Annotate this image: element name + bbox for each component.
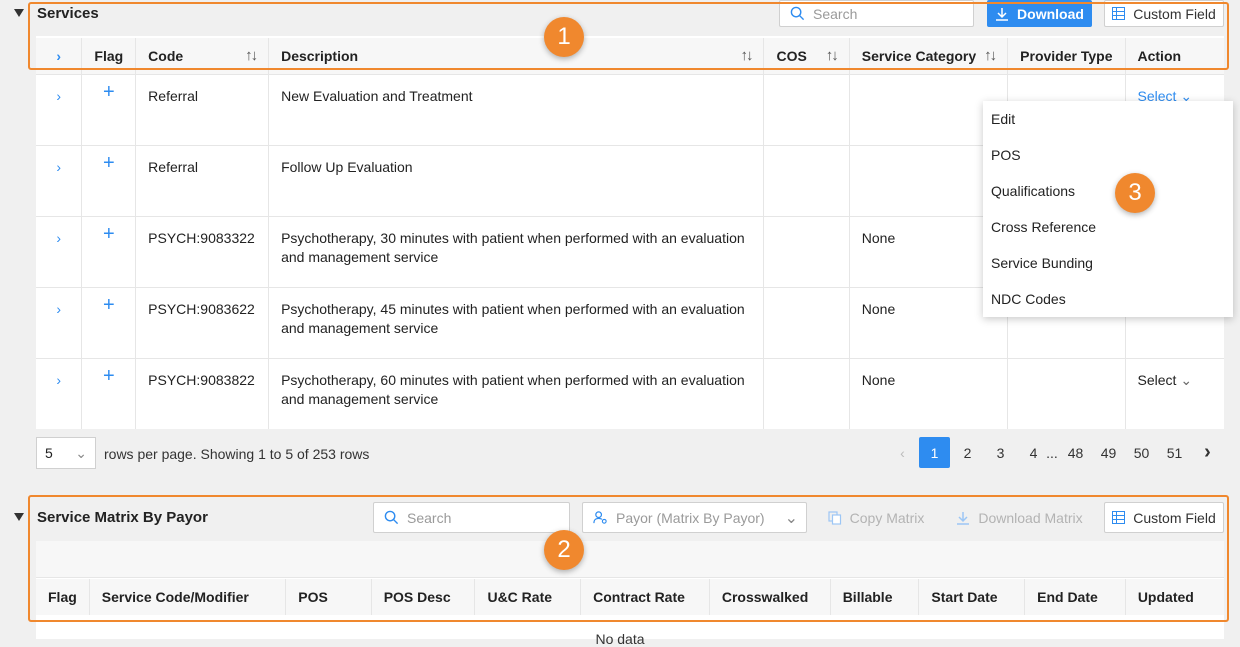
chevron-right-icon: ›	[56, 300, 62, 317]
row-provider-type	[1007, 357, 1126, 429]
menu-item-ndc-codes[interactable]: NDC Codes	[983, 281, 1233, 317]
chevron-right-icon: ›	[56, 229, 62, 246]
annotation-badge-2: 2	[544, 530, 584, 570]
page-3-button[interactable]: 3	[985, 437, 1016, 468]
action-dropdown-menu: Edit POS Qualifications Cross Reference …	[983, 101, 1233, 317]
page-50-button[interactable]: 50	[1126, 437, 1157, 468]
rows-per-page-value: 5	[45, 445, 53, 461]
chevron-down-icon: ⌄	[75, 444, 87, 461]
row-expand[interactable]: ›	[36, 73, 83, 145]
row-expand[interactable]: ›	[36, 286, 83, 358]
table-row: › + PSYCH:9083822 Psychotherapy, 60 minu…	[36, 357, 1224, 429]
row-code: PSYCH:9083822	[135, 357, 270, 429]
row-service-category: None	[849, 357, 1009, 429]
row-description: Psychotherapy, 60 minutes with patient w…	[268, 357, 765, 429]
plus-icon: +	[102, 151, 115, 174]
page-48-button[interactable]: 48	[1060, 437, 1091, 468]
menu-item-edit[interactable]: Edit	[983, 101, 1233, 137]
annotation-box-2	[28, 495, 1229, 622]
services-collapse-arrow[interactable]	[14, 9, 24, 17]
menu-item-pos[interactable]: POS	[983, 137, 1233, 173]
row-description: Psychotherapy, 45 minutes with patient w…	[268, 286, 765, 358]
row-code: Referral	[135, 144, 270, 216]
row-code: PSYCH:9083622	[135, 286, 270, 358]
annotation-badge-1: 1	[544, 17, 584, 57]
rows-per-page-select[interactable]: 5 ⌄	[36, 437, 96, 469]
chevron-right-icon: ›	[56, 158, 62, 175]
row-cos	[763, 144, 850, 216]
plus-icon: +	[102, 222, 115, 245]
plus-icon: +	[102, 80, 115, 103]
row-flag[interactable]: +	[81, 73, 137, 145]
page-49-button[interactable]: 49	[1093, 437, 1124, 468]
annotation-box-1	[28, 2, 1229, 70]
chevron-down-icon: ⌄	[1180, 371, 1193, 388]
menu-item-qualifications[interactable]: Qualifications	[983, 173, 1233, 209]
row-code: PSYCH:9083322	[135, 215, 270, 287]
row-cos	[763, 357, 850, 429]
row-expand[interactable]: ›	[36, 215, 83, 287]
row-cos	[763, 73, 850, 145]
row-code: Referral	[135, 73, 270, 145]
annotation-badge-3: 3	[1115, 173, 1155, 213]
row-flag[interactable]: +	[81, 286, 137, 358]
row-action-select[interactable]: Select ⌄	[1125, 357, 1224, 429]
chevron-right-icon: ›	[56, 87, 62, 104]
next-page-button[interactable]: ›	[1192, 437, 1223, 468]
matrix-empty-text: No data	[595, 631, 645, 647]
row-expand[interactable]: ›	[36, 357, 83, 429]
page-ellipsis: ...	[1046, 444, 1058, 461]
row-expand[interactable]: ›	[36, 144, 83, 216]
page-2-button[interactable]: 2	[952, 437, 983, 468]
row-flag[interactable]: +	[81, 215, 137, 287]
plus-icon: +	[102, 364, 115, 387]
chevron-right-icon: ›	[56, 371, 62, 388]
row-description: Psychotherapy, 30 minutes with patient w…	[268, 215, 765, 287]
row-flag[interactable]: +	[81, 144, 137, 216]
menu-item-service-bunding[interactable]: Service Bunding	[983, 245, 1233, 281]
matrix-collapse-arrow[interactable]	[14, 513, 24, 521]
menu-item-cross-reference[interactable]: Cross Reference	[983, 209, 1233, 245]
page-1-button[interactable]: 1	[919, 437, 950, 468]
plus-icon: +	[102, 293, 115, 316]
row-cos	[763, 215, 850, 287]
row-flag[interactable]: +	[81, 357, 137, 429]
row-description: Follow Up Evaluation	[268, 144, 765, 216]
page-51-button[interactable]: 51	[1159, 437, 1190, 468]
prev-page-button[interactable]: ‹	[887, 437, 918, 468]
row-cos	[763, 286, 850, 358]
row-description: New Evaluation and Treatment	[268, 73, 765, 145]
pagination-summary: rows per page. Showing 1 to 5 of 253 row…	[104, 446, 370, 462]
